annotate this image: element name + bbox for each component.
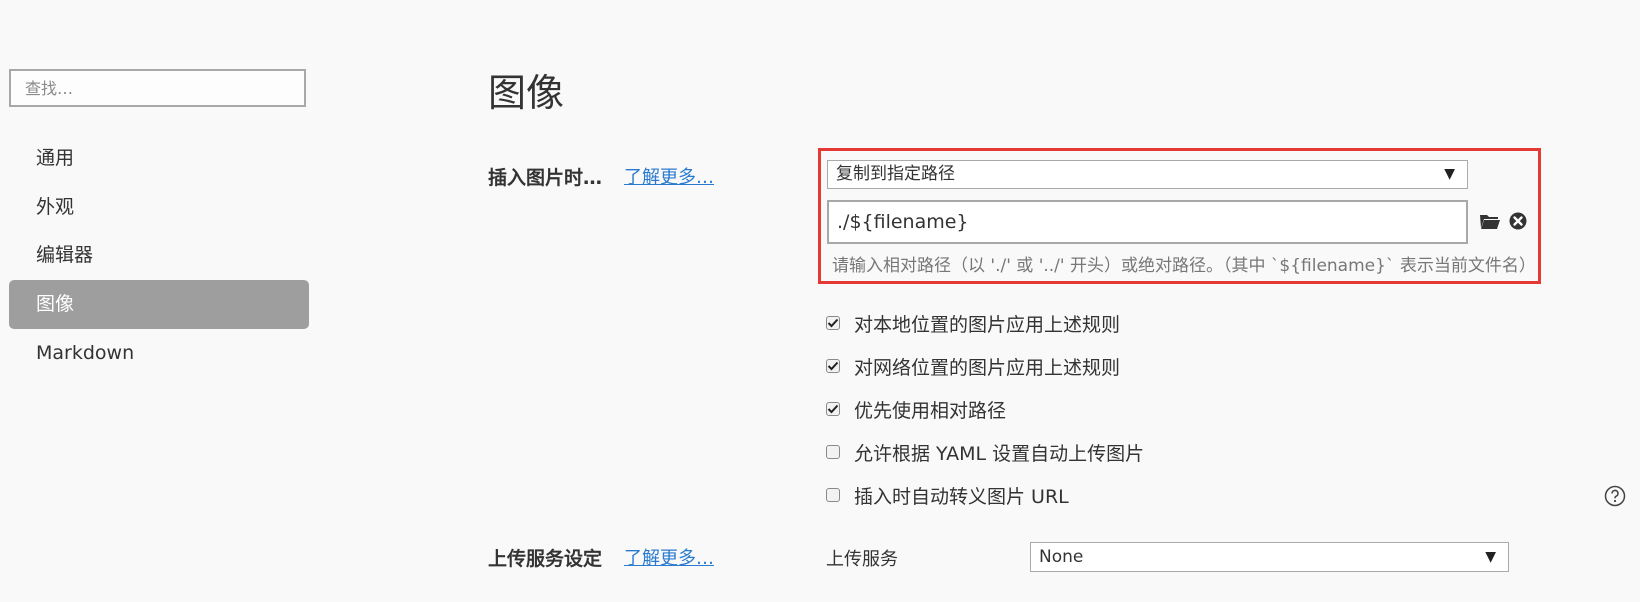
option-prefer-relative[interactable]: 优先使用相对路径: [826, 394, 1006, 424]
option-apply-local[interactable]: 对本地位置的图片应用上述规则: [826, 308, 1120, 338]
checkbox[interactable]: [826, 359, 840, 373]
checkbox[interactable]: [826, 316, 840, 330]
option-label: 允许根据 YAML 设置自动上传图片: [854, 442, 1145, 465]
upload-service-select[interactable]: None ▼: [1030, 542, 1509, 572]
checkbox[interactable]: [826, 445, 840, 459]
clear-circle-icon[interactable]: [1509, 212, 1527, 234]
upload-section-label: 上传服务设定: [488, 548, 603, 570]
option-label: 插入时自动转义图片 URL: [854, 485, 1069, 508]
option-escape-url[interactable]: 插入时自动转义图片 URL: [826, 480, 1069, 510]
option-label: 优先使用相对路径: [854, 399, 1007, 422]
page-title: 图像: [488, 71, 565, 115]
option-label: 对本地位置的图片应用上述规则: [854, 313, 1121, 336]
help-circle-icon[interactable]: [1604, 485, 1626, 511]
sidebar-item-image[interactable]: 图像: [9, 280, 309, 329]
insert-section-label: 插入图片时…: [488, 167, 603, 189]
path-hint-text: 请输入相对路径（以 './' 或 '../' 开头）或绝对路径。（其中 `${f…: [832, 256, 1536, 276]
insert-action-value: 复制到指定路径: [836, 164, 955, 184]
chevron-down-icon: ▼: [1444, 166, 1455, 182]
checkbox[interactable]: [826, 402, 840, 416]
upload-learn-more-link[interactable]: 了解更多…: [624, 544, 714, 570]
option-label: 对网络位置的图片应用上述规则: [854, 356, 1121, 379]
search-input[interactable]: [9, 69, 306, 107]
option-apply-network[interactable]: 对网络位置的图片应用上述规则: [826, 351, 1120, 381]
sidebar-item-general[interactable]: 通用: [9, 134, 309, 183]
chevron-down-icon: ▼: [1485, 549, 1496, 565]
folder-open-icon[interactable]: [1479, 212, 1501, 234]
sidebar-item-markdown[interactable]: Markdown: [9, 329, 309, 378]
image-path-input[interactable]: [827, 200, 1468, 244]
checkbox[interactable]: [826, 488, 840, 502]
sidebar-item-appearance[interactable]: 外观: [9, 183, 309, 232]
insert-learn-more-link[interactable]: 了解更多…: [624, 163, 714, 189]
sidebar-item-editor[interactable]: 编辑器: [9, 231, 309, 280]
upload-service-value: None: [1039, 547, 1084, 567]
upload-service-label: 上传服务: [826, 549, 898, 570]
option-yaml-upload[interactable]: 允许根据 YAML 设置自动上传图片: [826, 437, 1144, 467]
insert-action-select[interactable]: 复制到指定路径 ▼: [827, 160, 1468, 189]
